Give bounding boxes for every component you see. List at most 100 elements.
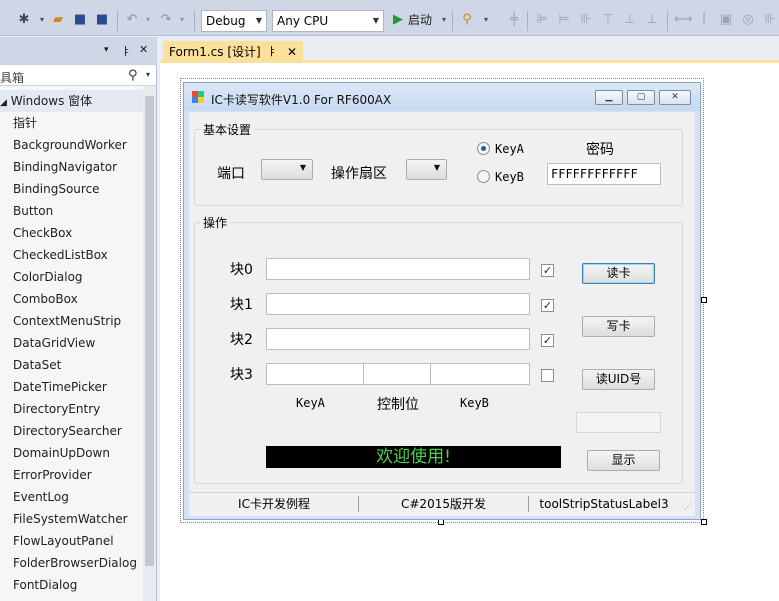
close-icon[interactable]: ✕ xyxy=(287,41,297,63)
start-play-icon[interactable]: ▶ xyxy=(390,12,406,28)
port-label: 端口 xyxy=(217,166,245,182)
scrollbar-thumb[interactable] xyxy=(145,96,154,566)
toolbox-item[interactable]: FileSystemWatcher xyxy=(0,508,143,530)
same-size-icon[interactable]: ▣ xyxy=(718,12,734,28)
panel-menu-icon[interactable]: ▾ xyxy=(104,45,109,55)
block3-label: 块3 xyxy=(230,367,253,383)
keyb-radio[interactable] xyxy=(477,170,490,183)
toolbox-item[interactable]: ContextMenuStrip xyxy=(0,310,143,332)
write-card-button[interactable]: 写卡 xyxy=(582,316,655,337)
new-item-dropdown-icon[interactable]: ▾ xyxy=(34,12,50,28)
close-icon[interactable]: ✕ xyxy=(139,43,148,56)
toolbox-item[interactable]: 指针 xyxy=(0,112,143,134)
toolbox-item[interactable]: ErrorProvider xyxy=(0,464,143,486)
resize-grip-icon[interactable]: ⋰ xyxy=(684,502,692,511)
align-middles-icon[interactable]: ⊥ xyxy=(622,12,638,28)
control-column-label: 控制位 xyxy=(377,397,419,413)
toolbox-item[interactable]: CheckedListBox xyxy=(0,244,143,266)
pin-icon[interactable]: ㅑ xyxy=(121,43,131,59)
block1-checkbox[interactable]: ✓ xyxy=(541,299,554,312)
toolbox-item[interactable]: CheckBox xyxy=(0,222,143,244)
toolbox-item[interactable]: DirectoryEntry xyxy=(0,398,143,420)
tab-form1-design[interactable]: Form1.cs [设计] ㅑ ✕ xyxy=(163,41,303,63)
toolbox-group-windows-forms[interactable]: ◢ Windows 窗体 xyxy=(0,90,143,112)
toolbox-item[interactable]: ComboBox xyxy=(0,288,143,310)
horizontal-spacing-icon[interactable]: ⊪ xyxy=(762,12,778,28)
align-lefts-icon[interactable]: ⊫ xyxy=(534,12,550,28)
toolbox-item[interactable]: FolderBrowserDialog xyxy=(0,552,143,574)
search-dropdown-icon[interactable]: ▾ xyxy=(146,70,150,79)
redo-dropdown-icon[interactable]: ▾ xyxy=(174,12,190,28)
block3-checkbox[interactable] xyxy=(541,369,554,382)
read-card-button[interactable]: 读卡 xyxy=(582,263,655,284)
block3-keyb-input[interactable] xyxy=(430,363,530,385)
start-button[interactable]: 启动 xyxy=(408,12,432,28)
align-rights-icon[interactable]: ⊪ xyxy=(578,12,594,28)
check-icon: ✓ xyxy=(542,334,553,347)
block3-keya-input[interactable] xyxy=(266,363,364,385)
resize-handle-corner[interactable] xyxy=(701,519,707,525)
toolbar-overflow-icon[interactable]: ▾ xyxy=(478,12,494,28)
chevron-down-icon: ▼ xyxy=(299,163,306,172)
block0-checkbox[interactable]: ✓ xyxy=(541,264,554,277)
show-button[interactable]: 显示 xyxy=(587,450,660,471)
save-all-icon[interactable]: ■ xyxy=(94,12,110,28)
toolbox-item[interactable]: DateTimePicker xyxy=(0,376,143,398)
toolbox-item[interactable]: DataGridView xyxy=(0,332,143,354)
resize-handle-right[interactable] xyxy=(701,297,707,303)
platform-select[interactable]: Any CPU ▼ xyxy=(272,10,384,32)
keya-column-label: KeyA xyxy=(296,396,325,410)
start-dropdown-icon[interactable]: ▾ xyxy=(436,12,452,28)
redo-icon[interactable]: ↷ xyxy=(158,12,174,28)
toolbox-scrollbar[interactable] xyxy=(143,86,156,601)
port-combobox[interactable]: ▼ xyxy=(261,159,313,180)
toolbox-item[interactable]: FlowLayoutPanel xyxy=(0,530,143,552)
toolbox-item[interactable]: BindingSource xyxy=(0,178,143,200)
search-icon[interactable]: ⚲ xyxy=(128,68,138,83)
toolbox-search-input[interactable]: 具箱 ⚲ ▾ xyxy=(0,66,156,86)
toolbar-separator xyxy=(452,11,453,31)
status-label-2: C#2015版开发 xyxy=(401,497,486,511)
pin-icon[interactable]: ㅑ xyxy=(267,41,277,63)
align-grid-icon[interactable]: ╪ xyxy=(506,12,522,28)
new-item-icon[interactable]: ✱ xyxy=(16,12,32,28)
configuration-select[interactable]: Debug ▼ xyxy=(201,10,267,32)
toolbox-item[interactable]: DomainUpDown xyxy=(0,442,143,464)
toolbox-item[interactable]: EventLog xyxy=(0,486,143,508)
toolbox-item[interactable]: Button xyxy=(0,200,143,222)
same-height-icon[interactable]: I xyxy=(696,12,712,28)
block2-checkbox[interactable]: ✓ xyxy=(541,334,554,347)
toolbox-item[interactable]: FontDialog xyxy=(0,574,143,596)
find-icon[interactable]: ⚲ xyxy=(459,12,475,28)
close-window-button[interactable]: ✕ xyxy=(659,90,691,105)
undo-icon[interactable]: ↶ xyxy=(124,12,140,28)
toolbox-item[interactable]: BackgroundWorker xyxy=(0,134,143,156)
block0-input[interactable] xyxy=(266,258,530,280)
minimize-button[interactable]: ▁ xyxy=(595,90,623,105)
save-icon[interactable]: ■ xyxy=(72,12,88,28)
keya-radio[interactable] xyxy=(477,142,490,155)
sector-combobox[interactable]: ▼ xyxy=(406,159,447,180)
open-folder-icon[interactable]: ▰ xyxy=(50,12,66,28)
block3-control-input[interactable] xyxy=(363,363,431,385)
align-bottoms-icon[interactable]: ⊥ xyxy=(644,12,660,28)
block1-input[interactable] xyxy=(266,293,530,315)
same-width-icon[interactable]: ⟷ xyxy=(674,12,693,28)
toolbox-item[interactable]: BindingNavigator xyxy=(0,156,143,178)
toolbox-item[interactable]: DataSet xyxy=(0,354,143,376)
sector-label: 操作扇区 xyxy=(331,166,387,182)
toolbox-item[interactable]: ColorDialog xyxy=(0,266,143,288)
toolbox-item[interactable]: DirectorySearcher xyxy=(0,420,143,442)
toolbar-separator xyxy=(117,11,118,31)
read-uid-button[interactable]: 读UID号 xyxy=(582,369,655,390)
form1-window[interactable]: IC卡读写软件V1.0 For RF600AX ▁ ▢ ✕ 基本设置 端口 ▼ … xyxy=(183,82,701,520)
block2-input[interactable] xyxy=(266,328,530,350)
size-to-grid-icon[interactable]: ◎ xyxy=(740,12,756,28)
close-icon: ✕ xyxy=(671,92,679,102)
password-input[interactable]: FFFFFFFFFFFF xyxy=(547,163,661,185)
undo-dropdown-icon[interactable]: ▾ xyxy=(140,12,156,28)
uid-output-field[interactable] xyxy=(576,412,661,433)
align-tops-icon[interactable]: ⊤ xyxy=(600,12,616,28)
align-centers-icon[interactable]: ⊨ xyxy=(556,12,572,28)
maximize-button[interactable]: ▢ xyxy=(627,90,655,105)
